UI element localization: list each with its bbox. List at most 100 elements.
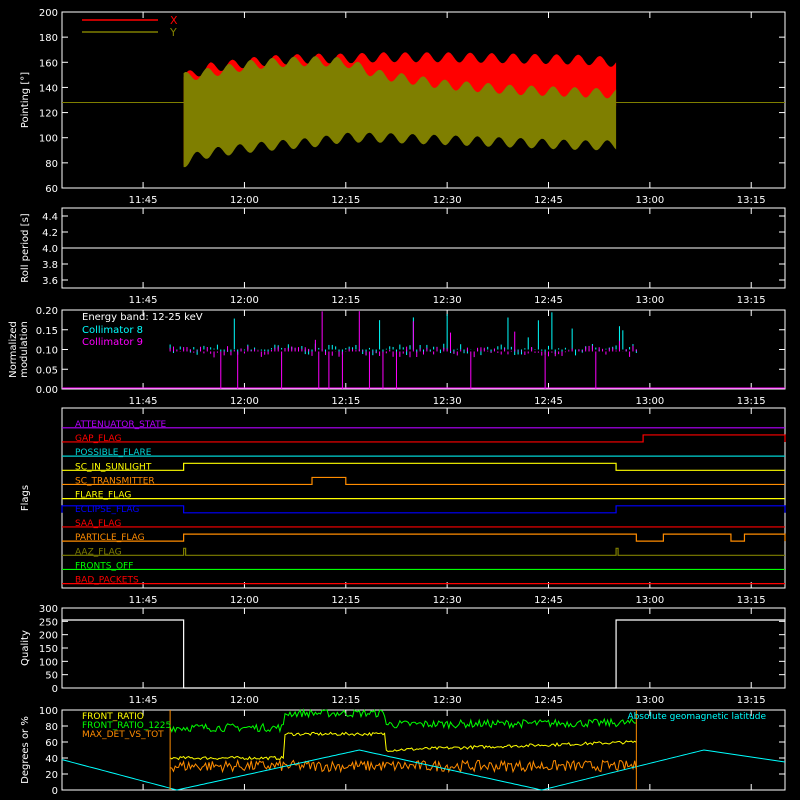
ytick-label-modulation: 0.00 [36,385,58,396]
flag-line-particle_flag [62,533,786,542]
ytick-label-quality: 300 [39,604,58,615]
ytick-label-ratios: 80 [45,722,58,733]
ytick-label-modulation: 0.20 [36,306,58,317]
chart-canvas: Pointing [°]608010012014016018020011:45 1… [8,8,786,797]
ytick-label-modulation: 0.10 [36,346,58,357]
flag-line-sc_transmitter [62,476,785,486]
flag-label-gap_flag: GAP_FLAG [75,434,121,444]
xtick-label-flags: 12:30 [433,595,462,606]
xtick-label-quality: 12:45 [534,695,563,706]
xtick-label-modulation: 12:45 [534,396,563,407]
xtick-label-quality: 12:15 [331,695,360,706]
xtick-label-roll: 13:00 [635,295,664,306]
xtick-label-quality: 11:45 [129,695,158,706]
flag-label-particle_flag: PARTICLE_FLAG [75,533,145,543]
ytick-label-ratios: 20 [45,770,58,781]
ytick-label-pointing: 80 [45,159,58,170]
ytick-label-quality: 250 [39,617,58,628]
xtick-label-flags: 11:45 [129,595,158,606]
ytick-label-roll: 3.6 [42,276,58,287]
flag-line-gap_flag [62,434,786,443]
legend-label-max_det_vs_tot: MAX_DET_VS_TOT [82,730,164,740]
xtick-label-flags: 12:45 [534,595,563,606]
xtick-label-pointing: 12:15 [331,195,360,206]
flag-line-sc_in_sunlight [62,462,785,471]
xtick-label-roll: 12:15 [331,295,360,306]
xtick-label-pointing: 13:00 [635,195,664,206]
ytick-label-pointing: 120 [39,109,58,120]
xtick-label-quality: 13:15 [737,695,766,706]
ytick-label-pointing: 180 [39,33,58,44]
xtick-label-flags: 12:15 [331,595,360,606]
flag-label-bad_packets: BAD_PACKETS [75,576,139,586]
xtick-label-modulation: 11:45 [129,396,158,407]
flag-label-attenuator_state: ATTENUATOR_STATE [75,420,167,430]
ylabel-flags: Flags [20,485,31,511]
ytick-label-roll: 4.0 [42,244,58,255]
xtick-label-modulation: 12:00 [230,396,259,407]
xtick-label-roll: 12:45 [534,295,563,306]
ytick-label-quality: 0 [52,684,58,695]
ytick-label-quality: 100 [39,657,58,668]
flag-line-eclipse_flag [61,505,786,514]
flag-label-saa_flag: SAA_FLAG [75,519,121,529]
flag-label-aaz_flag: AAZ_FLAG [75,547,122,557]
xtick-label-quality: 12:30 [433,695,462,706]
ylabel-ratios: Degrees or % [20,716,31,784]
ytick-label-modulation: 0.15 [36,326,58,337]
xtick-label-modulation: 13:15 [737,396,766,407]
xtick-label-modulation: 12:15 [331,396,360,407]
xtick-label-pointing: 12:45 [534,195,563,206]
flag-line-aaz_flag [62,547,785,556]
xtick-label-quality: 12:00 [230,695,259,706]
xtick-label-roll: 13:15 [737,295,766,306]
legend-label-collimator-8: Collimator 8 [82,325,143,336]
ytick-label-roll: 3.8 [42,260,58,271]
xtick-label-roll: 11:45 [129,295,158,306]
ytick-label-roll: 4.4 [42,212,58,223]
ytick-label-pointing: 200 [39,8,58,19]
ylabel-pointing: Pointing [°] [20,72,31,128]
ytick-label-roll: 4.2 [42,228,58,239]
ytick-label-quality: 150 [39,644,58,655]
xtick-label-pointing: 13:15 [737,195,766,206]
ytick-label-modulation: 0.05 [36,365,58,376]
ytick-label-quality: 200 [39,631,58,642]
xtick-label-roll: 12:30 [433,295,462,306]
flag-label-sc_transmitter: SC_TRANSMITTER [75,476,155,486]
legend-label-geomagnetic-latitude: Absolute geomagnetic latitude [627,712,766,722]
series-max_det_vs_tot [169,758,637,774]
ytick-label-ratios: 60 [45,738,58,749]
flag-label-eclipse_flag: ECLIPSE_FLAG [75,505,139,515]
quality-line [62,619,785,689]
flag-label-sc_in_sunlight: SC_IN_SUNLIGHT [75,462,152,472]
series-front_ratio_1225 [169,708,637,734]
xtick-label-flags: 12:00 [230,595,259,606]
series-front_ratio [169,731,637,761]
ylabel-quality: Quality [20,630,31,666]
xtick-label-roll: 12:00 [230,295,259,306]
ytick-label-quality: 50 [45,671,58,682]
legend-label-collimator-9: Collimator 9 [82,337,143,348]
flag-label-flare_flag: FLARE_FLAG [75,491,131,501]
annotation-energy-band: Energy band: 12-25 keV [82,312,203,323]
flag-label-fronts_off: FRONTS_OFF [75,561,133,571]
ytick-label-pointing: 140 [39,83,58,94]
legend-label-y: Y [169,26,177,39]
ytick-label-pointing: 160 [39,58,58,69]
ytick-label-pointing: 100 [39,134,58,145]
xtick-label-modulation: 12:30 [433,396,462,407]
ylabel-modulation-2: modulation [19,321,30,378]
xtick-label-flags: 13:15 [737,595,766,606]
xtick-label-modulation: 13:00 [635,396,664,407]
xtick-label-flags: 13:00 [635,595,664,606]
flag-label-possible_flare: POSSIBLE_FLARE [75,448,152,458]
xtick-label-pointing: 12:30 [433,195,462,206]
xtick-label-quality: 13:00 [635,695,664,706]
ylabel-modulation: Normalized [8,321,19,378]
ytick-label-ratios: 0 [52,786,58,797]
xtick-label-pointing: 12:00 [230,195,259,206]
xtick-label-pointing: 11:45 [129,195,158,206]
ylabel-roll: Roll period [s] [20,213,31,282]
ytick-label-ratios: 40 [45,754,58,765]
